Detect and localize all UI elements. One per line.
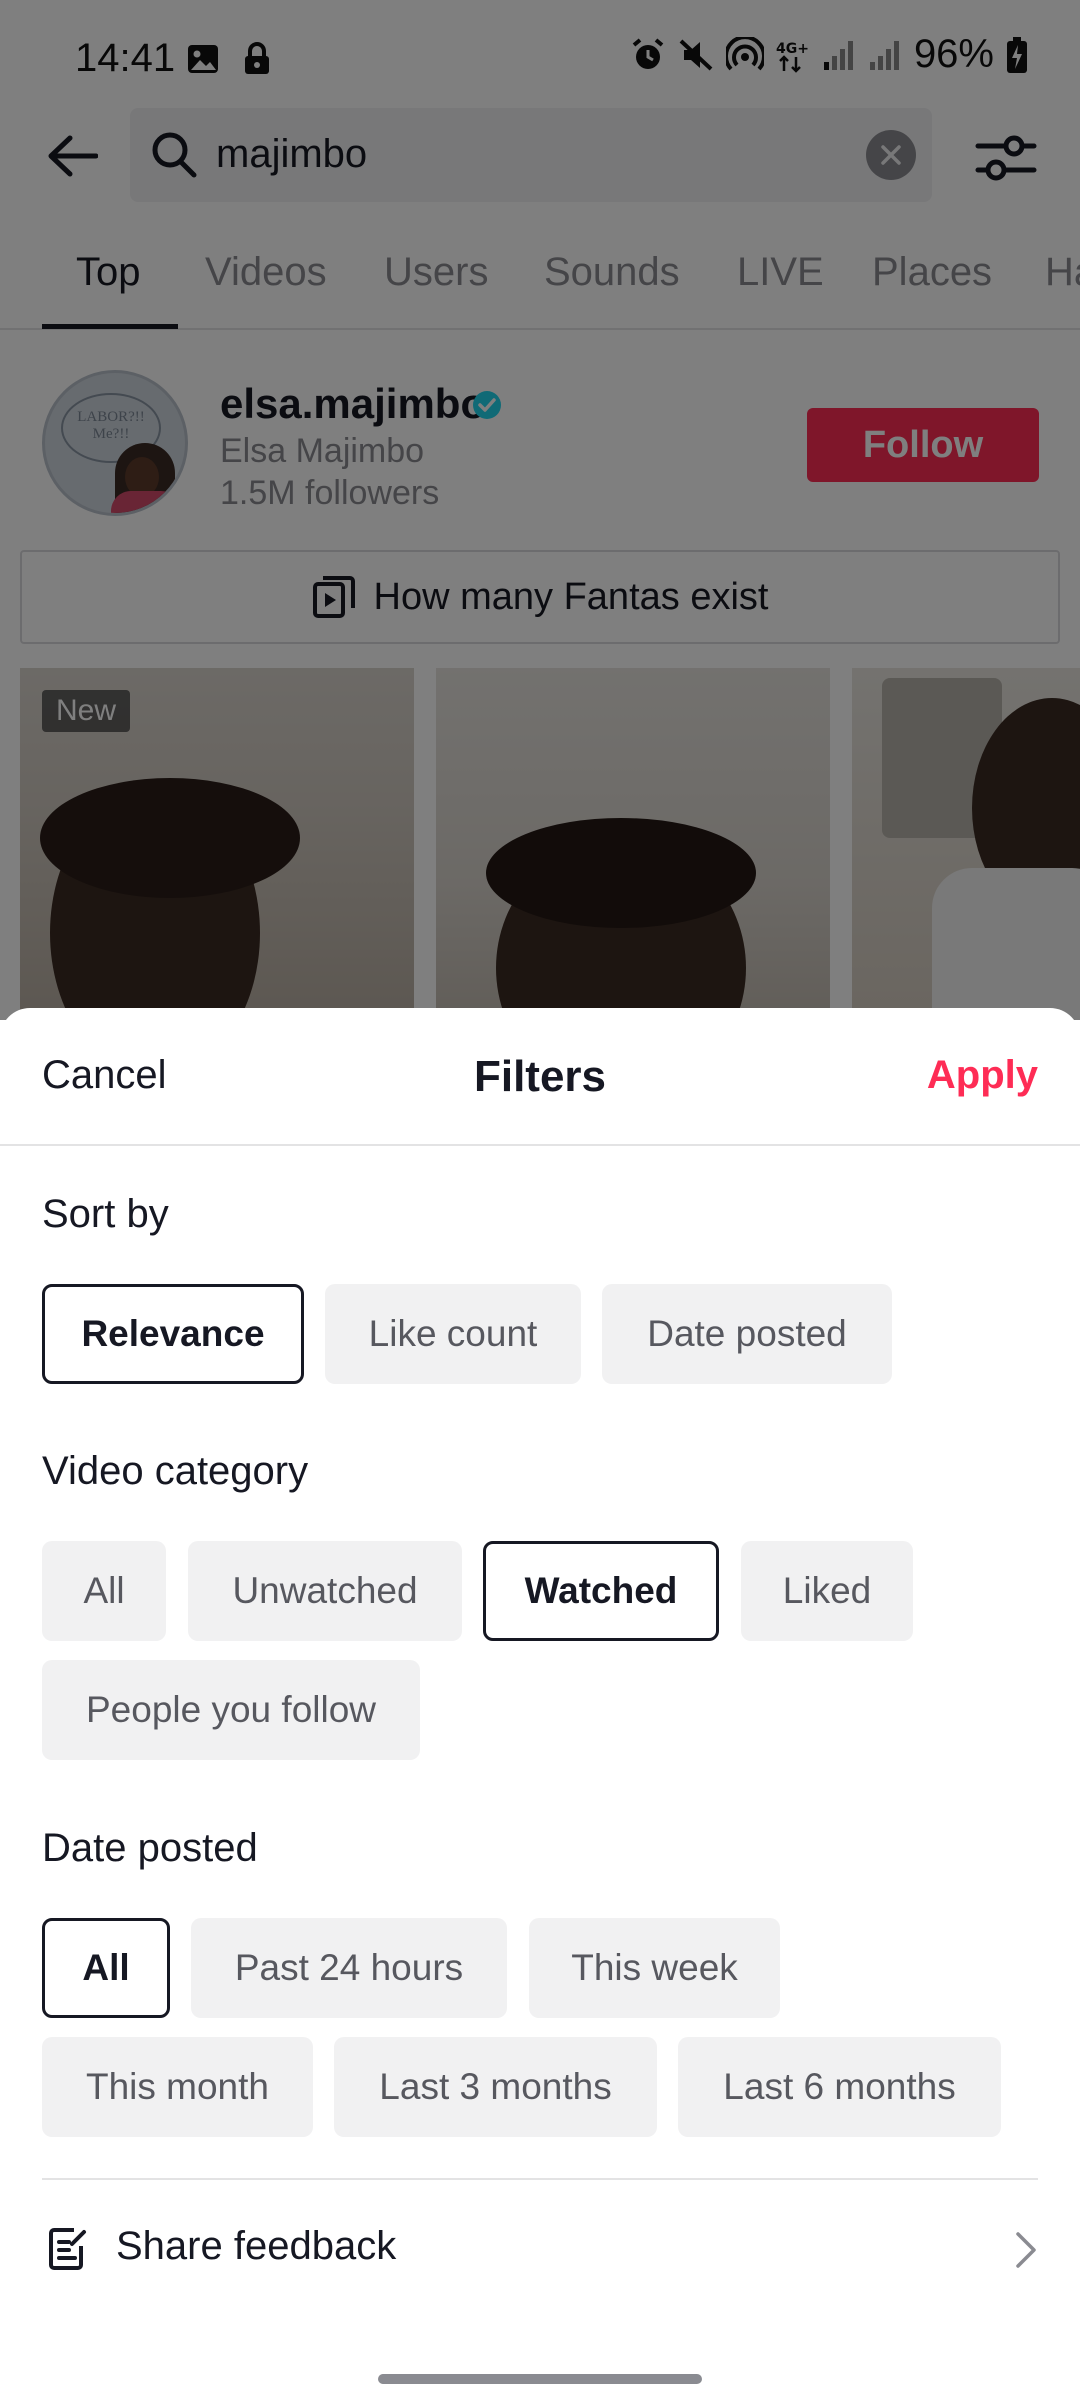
category-watched-chip[interactable]: Watched <box>483 1541 719 1641</box>
date-this-week-chip[interactable]: This week <box>529 1918 780 2018</box>
chevron-right-icon <box>1016 2232 1036 2268</box>
date-last-3-months-chip[interactable]: Last 3 months <box>334 2037 657 2137</box>
date-this-month-chip[interactable]: This month <box>42 2037 313 2137</box>
apply-button[interactable]: Apply <box>927 1053 1038 1098</box>
category-all-chip[interactable]: All <box>42 1541 166 1641</box>
search-results-page: 14:41 4G+ 96% majimbo <box>0 0 1080 1020</box>
video-category-title: Video category <box>42 1449 309 1493</box>
date-all-chip[interactable]: All <box>42 1918 170 2018</box>
date-last-6-months-chip[interactable]: Last 6 months <box>678 2037 1001 2137</box>
filters-header: Cancel Filters Apply <box>0 1008 1080 1146</box>
date-posted-title: Date posted <box>42 1826 258 1870</box>
sort-like-count-chip[interactable]: Like count <box>325 1284 581 1384</box>
share-feedback-row[interactable]: Share feedback <box>0 2190 1080 2310</box>
category-people-you-follow-chip[interactable]: People you follow <box>42 1660 420 1760</box>
sort-relevance-chip[interactable]: Relevance <box>42 1284 304 1384</box>
share-feedback-label: Share feedback <box>116 2224 397 2268</box>
modal-backdrop[interactable] <box>0 0 1080 1020</box>
date-past-24-hours-chip[interactable]: Past 24 hours <box>191 1918 507 2018</box>
feedback-icon <box>49 2228 86 2270</box>
filters-title: Filters <box>473 1052 607 1101</box>
sort-by-title: Sort by <box>42 1192 169 1236</box>
home-indicator[interactable] <box>378 2374 702 2384</box>
sort-date-posted-chip[interactable]: Date posted <box>602 1284 892 1384</box>
category-liked-chip[interactable]: Liked <box>741 1541 913 1641</box>
divider <box>42 2178 1038 2180</box>
category-unwatched-chip[interactable]: Unwatched <box>188 1541 462 1641</box>
